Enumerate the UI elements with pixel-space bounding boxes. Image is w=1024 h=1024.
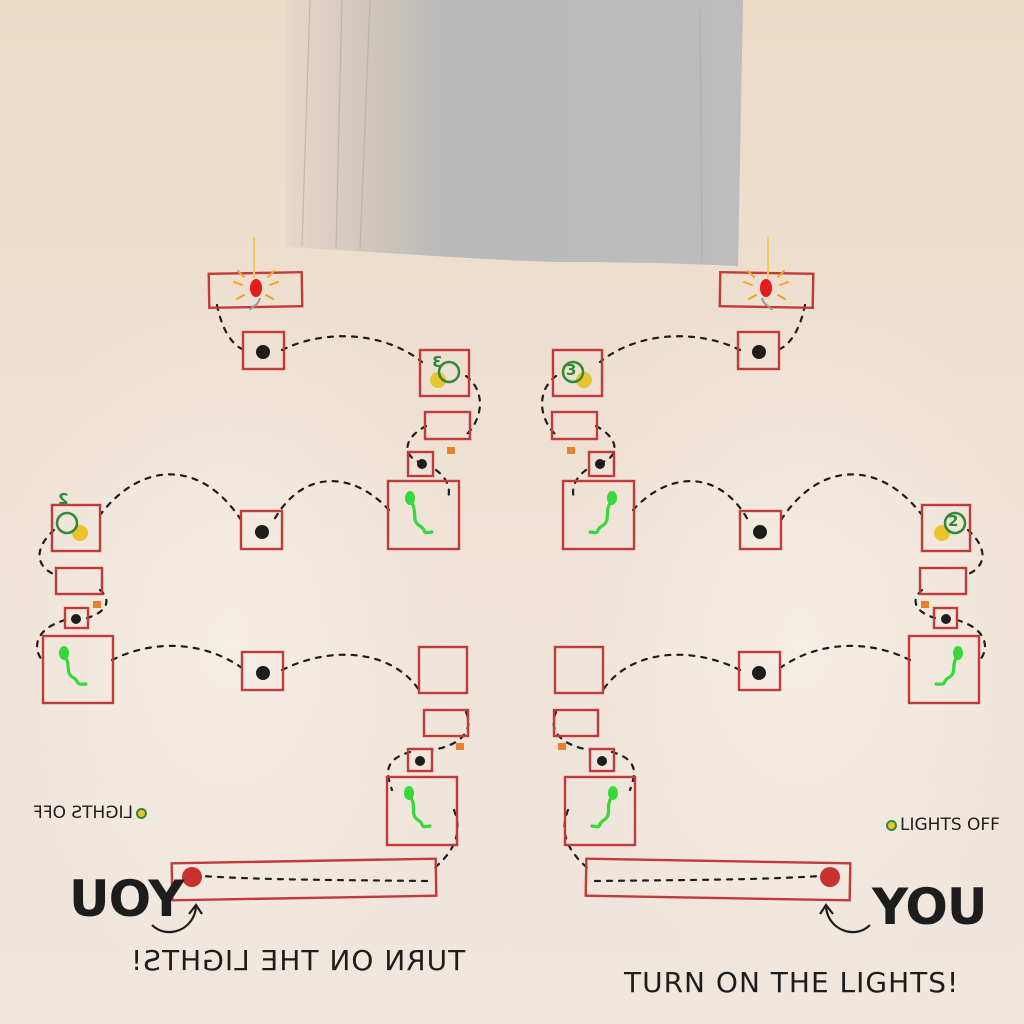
coin-counter-right-top: 3 (566, 361, 577, 379)
lights-status-left: LIGHTS OFF (33, 803, 147, 823)
lights-status-right: LIGHTS OFF (886, 815, 1000, 835)
player-label-left: YOU (70, 870, 185, 928)
coin-icon (886, 819, 897, 831)
coin-counter-right-mid: 2 (948, 512, 959, 530)
coin-counter-left-top: 3 (432, 353, 443, 371)
game-scene: 3 2 3 2 LIGHTS OFF YOU TURN ON THE LIGHT… (0, 0, 1024, 1024)
instruction-right: TURN ON THE LIGHTS! (624, 966, 960, 999)
left-level (35, 235, 482, 934)
curtain-backdrop (286, 0, 743, 266)
player-label-right: YOU (872, 878, 988, 936)
coin-counter-left-mid: 2 (58, 490, 69, 508)
coin-icon (135, 807, 147, 819)
lights-status-label: LIGHTS OFF (900, 815, 1000, 835)
lights-status-label: LIGHTS OFF (33, 803, 133, 823)
instruction-left: TURN ON THE LIGHTS! (130, 944, 466, 977)
